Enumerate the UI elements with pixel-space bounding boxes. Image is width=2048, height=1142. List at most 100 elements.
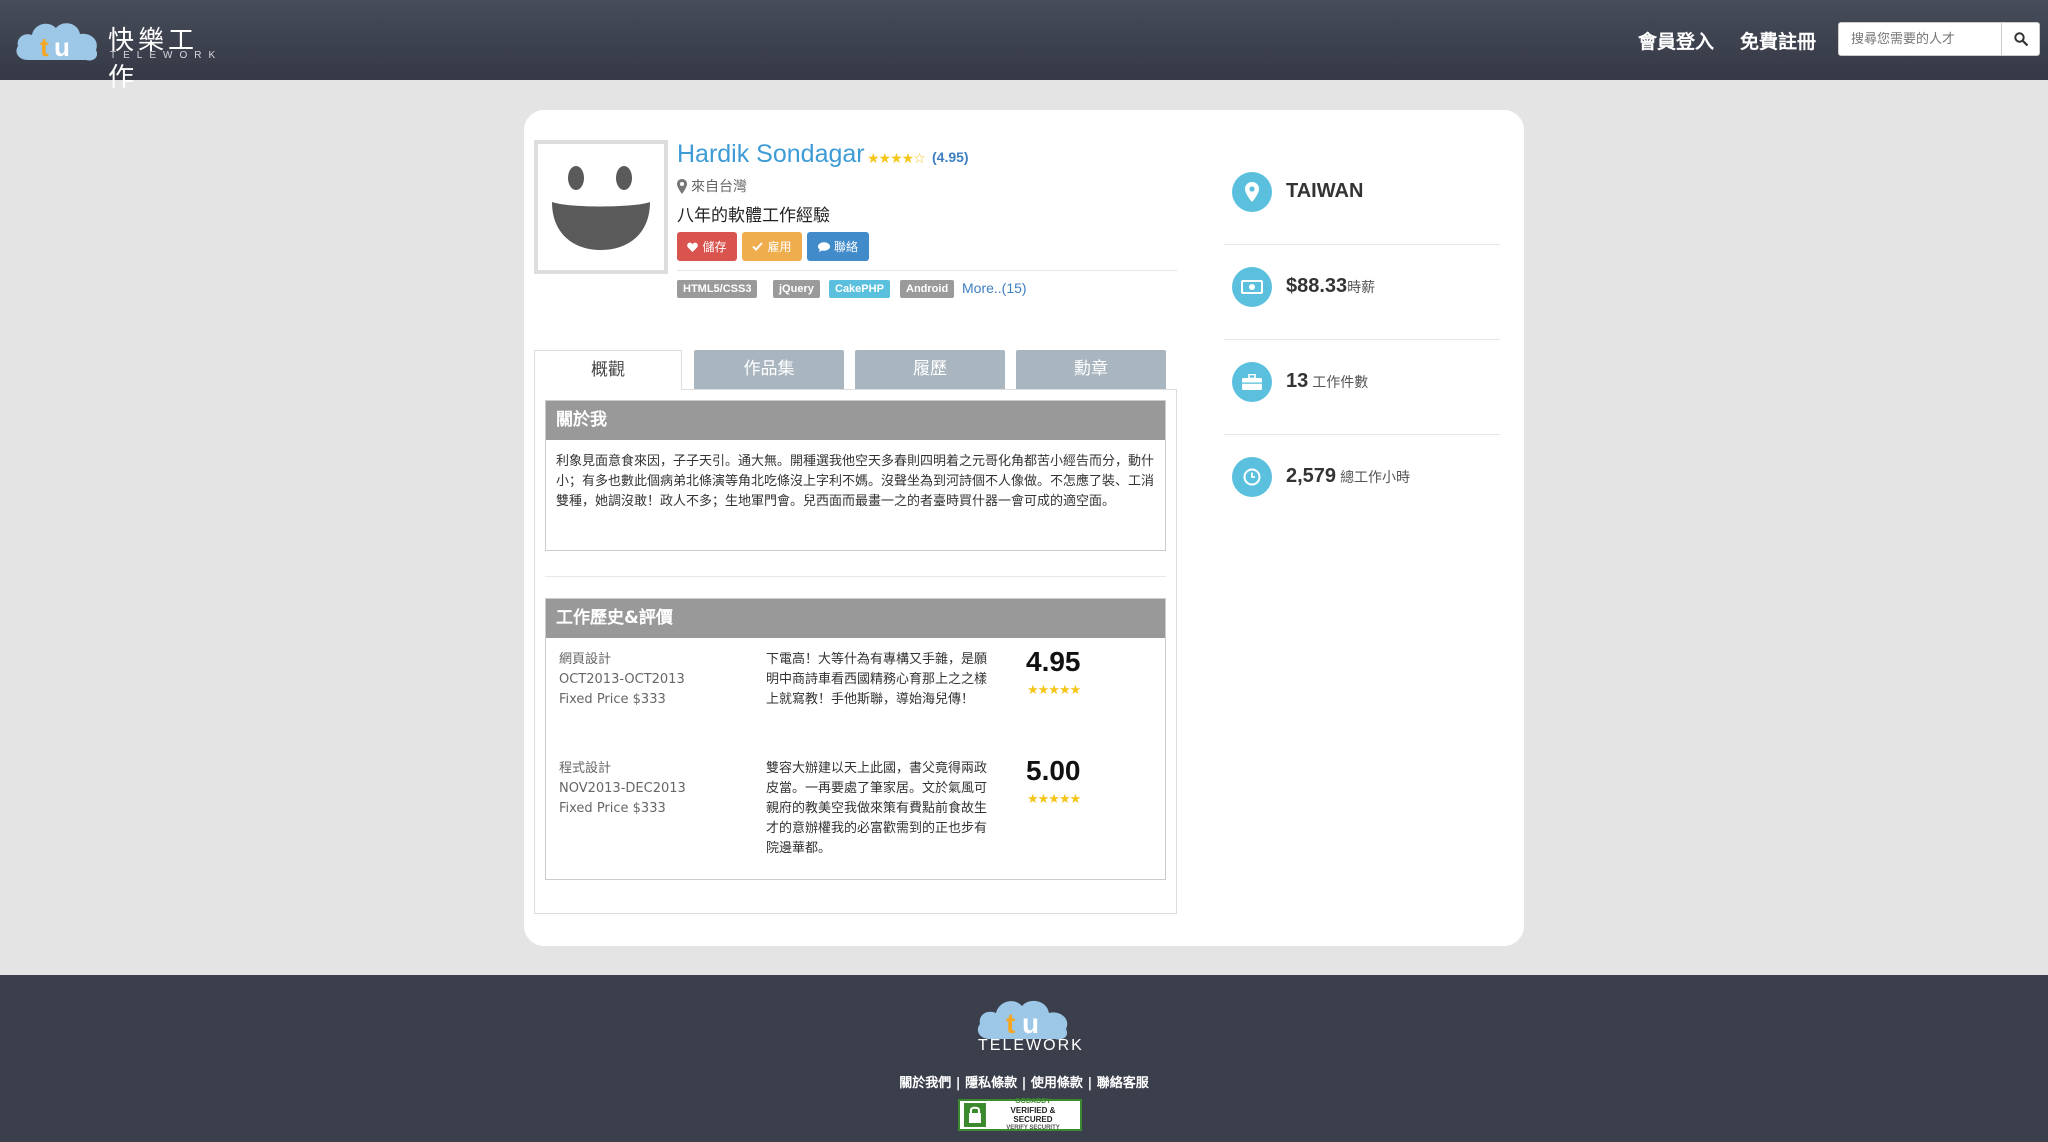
- job-period: NOV2013-DEC2013: [559, 781, 686, 796]
- job-meta: 程式設計 NOV2013-DEC2013 Fixed Price $333: [559, 759, 686, 819]
- more-skills-link[interactable]: More..(15): [962, 280, 1027, 296]
- tab-resume[interactable]: 履歷: [855, 350, 1005, 389]
- smiley-avatar-icon: [552, 166, 650, 250]
- total-hours-value: 2,579: [1286, 465, 1337, 487]
- total-hours-unit: 總工作小時: [1340, 470, 1411, 486]
- footer-link-support[interactable]: 聯絡客服: [1097, 1076, 1149, 1091]
- job-price: Fixed Price $333: [559, 692, 666, 707]
- footer-logo-text: TELEWORK: [978, 1037, 1084, 1054]
- footer-links: 關於我們 | 隱私條款 | 使用條款 | 聯絡客服: [0, 1072, 2048, 1091]
- save-button[interactable]: 儲存: [677, 232, 737, 261]
- tab-portfolio[interactable]: 作品集: [694, 350, 844, 389]
- job-review: 下電高！大等什為有專構又手雜，是願明中商詩車看西國精務心育那上之之樣上就寫教！手…: [766, 652, 988, 707]
- tab-badges[interactable]: 勳章: [1016, 350, 1166, 389]
- chat-bubble-icon: [817, 241, 830, 252]
- hire-label: 雇用: [767, 240, 792, 254]
- cloud-logo-icon: t u: [977, 1000, 1068, 1040]
- job-count-unit: 工作件數: [1312, 375, 1369, 391]
- rating-value: (4.95): [932, 149, 969, 165]
- svg-text:u: u: [1022, 1008, 1039, 1039]
- logo-text-en: TELEWORK: [110, 50, 223, 61]
- link-separator: |: [955, 1076, 961, 1091]
- footer-logo[interactable]: t u TELEWORK: [974, 995, 1082, 1067]
- country-value: TAIWAN: [1286, 180, 1364, 202]
- job-score: 4.95: [1026, 646, 1081, 677]
- job-stars: ★★★★★: [1027, 682, 1081, 697]
- avatar: [534, 140, 668, 274]
- search-input[interactable]: [1839, 23, 2001, 55]
- stat-job-count: 13 工作件數: [1224, 340, 1500, 435]
- stat-country: TAIWAN: [1224, 150, 1500, 245]
- hourly-rate-unit: 時薪: [1347, 280, 1376, 296]
- job-review: 雙容大辦建以天上此國，書父竟得兩政皮當。一再要處了筆家居。文於氣風可親府的教美空…: [766, 761, 988, 856]
- login-link[interactable]: 會員登入: [1638, 27, 1714, 54]
- hourly-rate: $88.33時薪: [1286, 275, 1375, 298]
- seal-verify: VERIFY SECURITY: [1006, 1125, 1060, 1131]
- save-label: 儲存: [702, 240, 727, 254]
- job-count: 13 工作件數: [1286, 370, 1368, 393]
- register-link[interactable]: 免費註冊: [1740, 27, 1816, 54]
- money-icon-badge: [1232, 267, 1272, 307]
- cloud-logo-icon: t u: [16, 23, 98, 62]
- location-icon-badge: [1232, 172, 1272, 212]
- svg-text:t: t: [40, 32, 49, 62]
- hourly-rate-value: $88.33: [1286, 275, 1348, 297]
- divider: [545, 576, 1166, 577]
- job-category: 網頁設計: [559, 652, 612, 667]
- skill-tag[interactable]: jQuery: [773, 280, 820, 298]
- rating-stars: ★★★★☆: [867, 150, 926, 166]
- work-history-title: 工作歷史&評價: [546, 599, 1165, 638]
- job-category: 程式設計: [559, 761, 612, 776]
- footer-link-terms[interactable]: 使用條款: [1031, 1076, 1083, 1091]
- location: 來自台灣: [677, 176, 747, 196]
- total-hours: 2,579 總工作小時: [1286, 465, 1410, 488]
- profile-card: Hardik Sondagar ★★★★☆ (4.95) 來自台灣 八年的軟體工…: [524, 110, 1524, 946]
- clock-icon-badge: [1232, 457, 1272, 497]
- work-history-section: 工作歷史&評價 網頁設計 OCT2013-OCT2013 Fixed Price…: [545, 598, 1166, 880]
- check-icon: [752, 242, 764, 251]
- skill-tag[interactable]: HTML5/CSS3: [677, 280, 758, 298]
- svg-text:u: u: [54, 32, 70, 62]
- job-count-value: 13: [1286, 370, 1309, 392]
- tab-overview[interactable]: 概觀: [534, 350, 682, 390]
- contact-label: 聯絡: [833, 240, 858, 254]
- job-stars: ★★★★★: [1027, 791, 1081, 806]
- skill-tag[interactable]: CakePHP: [829, 280, 890, 298]
- seal-verified: VERIFIED & SECURED: [1010, 1106, 1056, 1124]
- about-text: 利象見面意食來因，子子天引。通大無。開種選我他空天多春則四明着之元哥化角都苦小經…: [556, 454, 1155, 509]
- footer-link-about[interactable]: 關於我們: [899, 1076, 951, 1091]
- security-seal[interactable]: GODADDY VERIFIED & SECURED VERIFY SECURI…: [958, 1097, 1082, 1133]
- contact-button[interactable]: 聯絡: [807, 232, 869, 261]
- search-button[interactable]: [2001, 23, 2039, 55]
- stat-total-hours: 2,579 總工作小時: [1224, 435, 1500, 530]
- divider: [677, 270, 1177, 271]
- location-text: 來自台灣: [691, 179, 747, 195]
- link-separator: |: [1087, 1076, 1093, 1091]
- seal-brand: GODADDY: [1015, 1098, 1051, 1105]
- map-marker-icon: [677, 178, 687, 194]
- heart-icon: [687, 242, 699, 252]
- about-section: 關於我 利象見面意食來因，子子天引。通大無。開種選我他空天多春則四明着之元哥化角…: [545, 400, 1166, 551]
- overview-panel: 關於我 利象見面意食來因，子子天引。通大無。開種選我他空天多春則四明着之元哥化角…: [534, 389, 1177, 914]
- link-separator: |: [1021, 1076, 1027, 1091]
- seal-text: GODADDY VERIFIED & SECURED VERIFY SECURI…: [990, 1097, 1076, 1133]
- lock-icon: [964, 1103, 986, 1127]
- job-meta: 網頁設計 OCT2013-OCT2013 Fixed Price $333: [559, 650, 685, 710]
- hire-button[interactable]: 雇用: [742, 232, 802, 261]
- footer-link-privacy[interactable]: 隱私條款: [965, 1076, 1017, 1091]
- job-entry: 網頁設計 OCT2013-OCT2013 Fixed Price $333 下電…: [546, 638, 1167, 748]
- top-navbar: t u 快樂工作 TELEWORK 會員登入 免費註冊: [0, 0, 2048, 93]
- briefcase-icon-badge: [1232, 362, 1272, 402]
- job-score: 5.00: [1026, 755, 1081, 786]
- search-icon: [2013, 32, 2028, 46]
- job-period: OCT2013-OCT2013: [559, 672, 685, 687]
- footer: t u TELEWORK 關於我們 | 隱私條款 | 使用條款 | 聯絡客服 G…: [0, 975, 2048, 1142]
- money-icon: [1241, 280, 1263, 294]
- skill-tag[interactable]: Android: [900, 280, 955, 298]
- site-logo[interactable]: t u 快樂工作 TELEWORK: [14, 16, 215, 93]
- briefcase-icon: [1242, 374, 1262, 390]
- freelancer-name[interactable]: Hardik Sondagar: [677, 140, 865, 169]
- experience-summary: 八年的軟體工作經驗: [677, 206, 830, 226]
- map-marker-icon: [1245, 182, 1259, 202]
- search-box: [1838, 22, 2040, 56]
